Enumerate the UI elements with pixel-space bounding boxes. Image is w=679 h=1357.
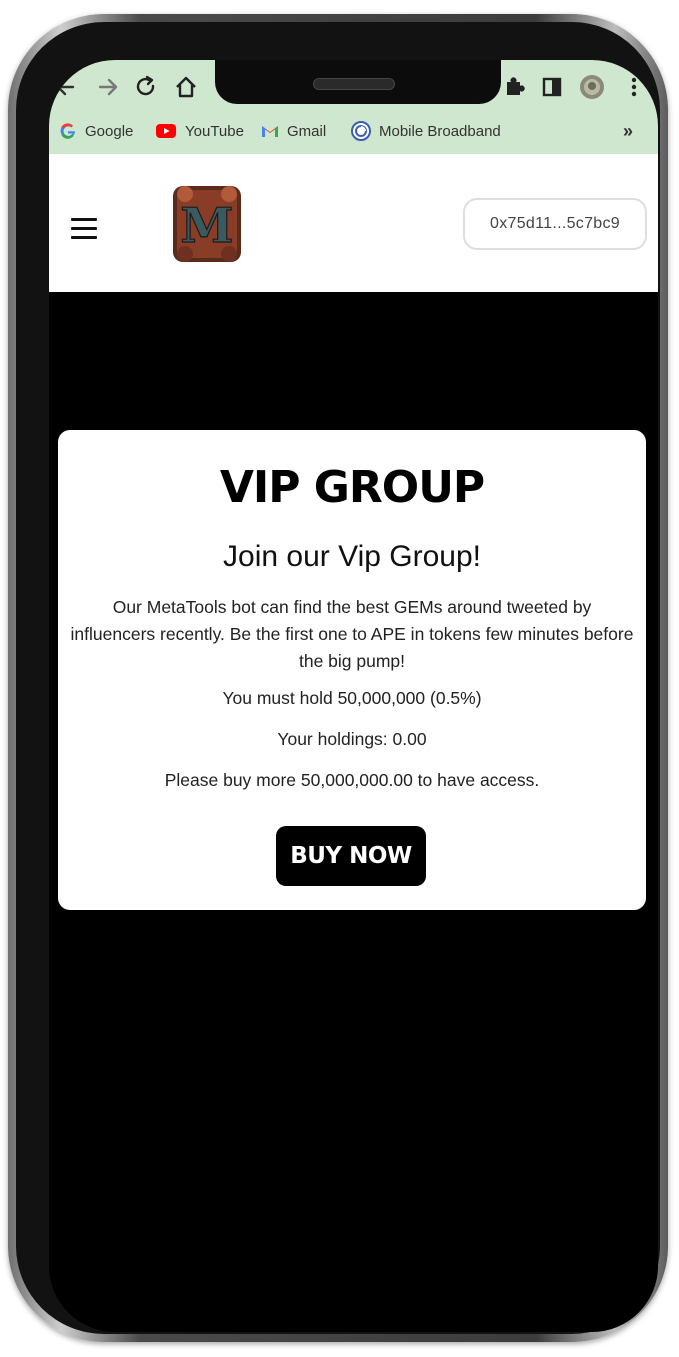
more-bookmarks-icon[interactable]: »: [623, 118, 633, 144]
reload-icon[interactable]: [133, 74, 159, 100]
vip-subtitle: Join our Vip Group!: [223, 540, 481, 573]
phone-body: Google YouTube Gmail Mobile Broadband » …: [16, 22, 660, 1334]
gmail-icon: [261, 122, 279, 140]
bookmark-mobile-broadband[interactable]: Mobile Broadband: [351, 118, 501, 144]
menu-dots-icon[interactable]: [621, 74, 647, 100]
hamburger-menu-icon[interactable]: [71, 218, 97, 240]
home-icon[interactable]: [173, 74, 199, 100]
bookmark-youtube[interactable]: YouTube: [155, 118, 244, 144]
bookmark-label: Google: [85, 122, 134, 140]
bookmarks-bar: Google YouTube Gmail Mobile Broadband »: [49, 116, 658, 146]
logo-letter: M: [180, 198, 233, 254]
google-icon: [59, 122, 77, 140]
site-header: M 0x75d11...5c7bc9: [49, 154, 658, 292]
vip-requirement: You must hold 50,000,000 (0.5%): [222, 688, 482, 708]
vip-holdings: Your holdings: 0.00: [277, 729, 427, 749]
profile-avatar[interactable]: [579, 74, 605, 100]
vip-buy-more-notice: Please buy more 50,000,000.00 to have ac…: [164, 770, 540, 790]
bookmark-label: Gmail: [287, 122, 327, 140]
phone-mockup: Google YouTube Gmail Mobile Broadband » …: [0, 0, 679, 1357]
wallet-address-button[interactable]: 0x75d11...5c7bc9: [463, 198, 647, 250]
broadband-icon: [351, 121, 371, 141]
bookmark-label: YouTube: [185, 122, 244, 140]
speaker-grille: [313, 78, 395, 90]
phone-notch: [215, 60, 501, 104]
buy-now-button[interactable]: BUY NOW: [276, 826, 426, 886]
vip-title: VIP GROUP: [219, 462, 485, 513]
back-icon[interactable]: [53, 74, 79, 100]
youtube-icon: [155, 122, 177, 140]
bookmark-google[interactable]: Google: [59, 118, 133, 144]
vip-description: Our MetaTools bot can find the best GEMs…: [70, 597, 634, 671]
side-panel-icon[interactable]: [539, 74, 565, 100]
extensions-icon[interactable]: [501, 74, 527, 100]
bookmark-label: Mobile Broadband: [379, 122, 501, 140]
bookmark-gmail[interactable]: Gmail: [261, 118, 326, 144]
site-logo[interactable]: M: [171, 182, 243, 266]
vip-group-card: VIP GROUP Join our Vip Group! Our MetaTo…: [58, 430, 646, 910]
forward-icon[interactable]: [95, 74, 121, 100]
phone-screen: Google YouTube Gmail Mobile Broadband » …: [49, 60, 658, 1332]
